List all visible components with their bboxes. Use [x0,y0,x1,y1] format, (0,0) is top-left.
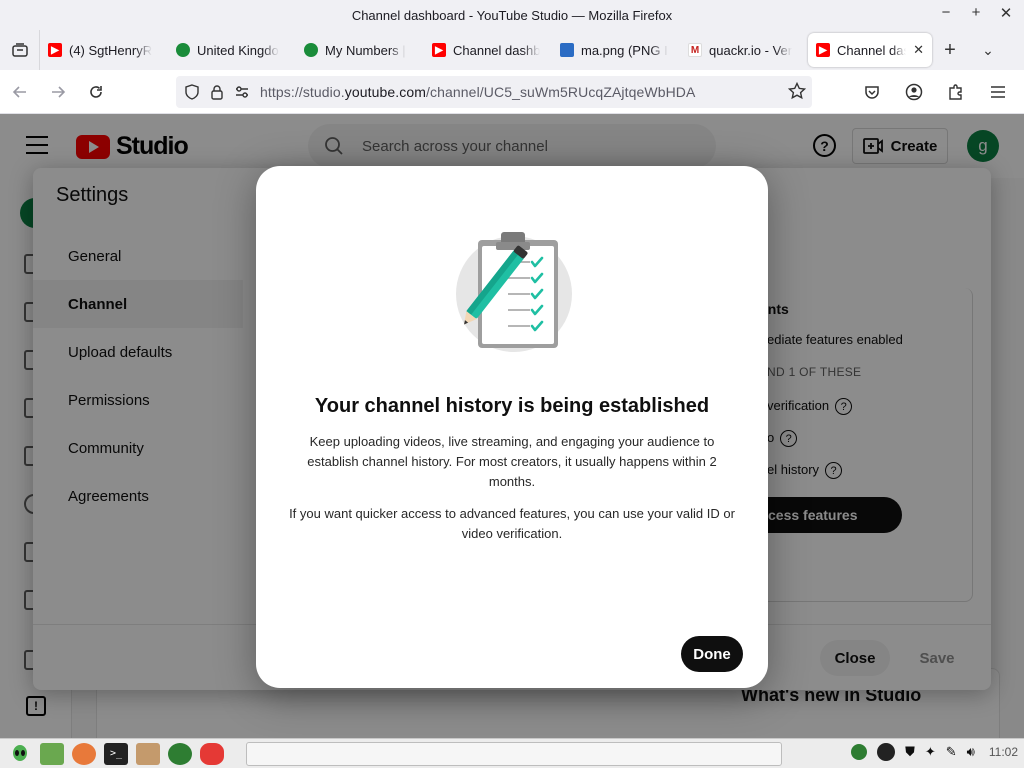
channel-history-modal: Your channel history is being establishe… [256,166,768,688]
tab-label: quackr.io - Ver [709,42,793,58]
back-button[interactable] [2,74,38,110]
network-globe-icon[interactable] [168,742,192,765]
tab-label: (4) SgtHenryR [69,42,153,58]
arrow-left-icon [12,85,26,98]
tab-label: United Kingdo [197,42,279,58]
arrow-right-icon [52,85,66,98]
clipboard-checklist-icon [456,232,572,352]
lock-icon[interactable] [210,84,224,100]
permissions-icon[interactable] [234,84,250,100]
globe-icon [304,43,318,57]
volume-icon[interactable]: 🔊︎ [967,744,975,760]
file-manager-icon[interactable] [40,742,64,765]
close-tab-icon[interactable]: ✕ [913,42,924,58]
browser-tab-active[interactable]: ▶ Channel das ✕ [808,33,932,67]
bookmark-star-icon[interactable] [787,81,807,103]
globe-icon [176,43,190,57]
browser-tab[interactable]: United Kingdo [168,33,296,67]
browser-tab[interactable]: My Numbers | [296,33,424,67]
terminal-icon[interactable]: >_ [104,742,128,765]
url-bar[interactable]: https://studio.youtube.com/channel/UC5_s… [176,76,812,108]
taskbar-window-list[interactable] [246,742,782,766]
alien-menu-icon[interactable] [8,743,32,765]
browser-tab[interactable]: M quackr.io - Ver [680,33,808,67]
media-icon[interactable] [200,742,224,765]
toolbar-right [852,74,1016,110]
forward-button[interactable] [40,74,76,110]
url-text[interactable]: https://studio.youtube.com/channel/UC5_s… [260,84,695,100]
navigation-toolbar: https://studio.youtube.com/channel/UC5_s… [0,70,1024,114]
shield-icon[interactable] [184,84,200,100]
tab-label: Channel dashb [453,42,541,58]
pocket-button[interactable] [854,74,890,110]
network-icon[interactable] [851,744,868,760]
puzzle-icon [949,84,962,100]
firefox-icon[interactable] [72,742,96,765]
youtube-icon: ▶ [816,43,830,57]
os-taskbar: >_ ⛊ ✦ ✎ 🔊︎ 11:02 [0,738,1024,768]
system-tray: ⛊ ✦ ✎ 🔊︎ 11:02 [851,743,1018,761]
new-tab-button[interactable]: + [932,39,968,62]
pen-icon[interactable]: ✎ [946,744,957,760]
browser-tab[interactable]: ▶ Channel dashb [424,33,552,67]
tab-list-icon [11,43,28,57]
tab-label: My Numbers | [325,42,406,58]
tab-label: ma.png (PNG I [581,42,668,58]
maximize-button[interactable]: + [968,4,984,22]
extensions-button[interactable] [938,74,974,110]
window-title: Channel dashboard - YouTube Studio — Moz… [351,7,673,23]
browser-tab[interactable]: ma.png (PNG I [552,33,680,67]
tab-strip: ▶ (4) SgtHenryR United Kingdo My Numbers… [0,30,1024,70]
chevron-down-icon[interactable]: ⌄ [968,42,1008,59]
minimize-button[interactable]: − [938,4,954,22]
gmail-icon: M [688,43,702,57]
shield-tray-icon[interactable]: ⛊ [905,744,915,760]
modal-paragraph: Keep uploading videos, live streaming, a… [307,434,717,489]
archive-icon[interactable] [136,742,160,765]
notification-icon[interactable]: ✦ [925,744,936,760]
window-controls: − + ✕ [938,4,1014,22]
window-titlebar: Channel dashboard - YouTube Studio — Moz… [0,0,1024,30]
modal-title: Your channel history is being establishe… [314,395,710,417]
youtube-icon: ▶ [432,43,446,57]
tab-list-button[interactable] [0,30,40,70]
pocket-icon [865,86,879,99]
account-button[interactable] [896,74,932,110]
browser-tab[interactable]: ▶ (4) SgtHenryR [40,33,168,67]
app-menu-button[interactable] [980,74,1016,110]
close-window-button[interactable]: ✕ [998,4,1014,22]
tab-label: Channel das [837,42,907,58]
obs-icon[interactable] [877,743,896,761]
done-button[interactable]: Done [681,636,743,672]
clock: 11:02 [988,745,1018,759]
youtube-icon: ▶ [48,43,62,57]
reload-icon [90,85,102,98]
reload-button[interactable] [78,74,114,110]
modal-paragraph: If you want quicker access to advanced f… [289,506,735,541]
menu-icon [991,86,1005,98]
image-icon [560,43,574,57]
account-icon [905,83,923,101]
